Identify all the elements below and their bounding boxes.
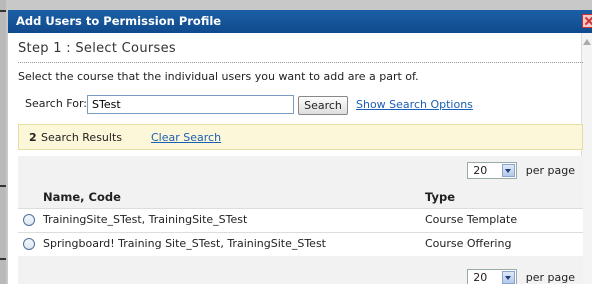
results-label: Search Results	[41, 131, 123, 144]
show-search-options-link[interactable]: Show Search Options	[356, 98, 473, 111]
search-button[interactable]: Search	[298, 96, 348, 115]
background-tick	[0, 185, 6, 187]
column-header-type: Type	[425, 190, 456, 204]
pager-top: 20 per page	[467, 162, 575, 180]
per-page-value: 20	[473, 164, 488, 177]
pager-bottom: 20 per page	[467, 269, 575, 284]
search-input[interactable]	[87, 95, 294, 114]
table-row[interactable]: TrainingSite_STest, TrainingSite_STest C…	[18, 208, 583, 232]
row-type: Course Template	[425, 213, 518, 226]
row-name: Springboard! Training Site_STest, Traini…	[43, 237, 326, 250]
results-panel: 20 per page Name, Code Type TrainingSite…	[18, 156, 583, 284]
per-page-label: per page	[525, 164, 575, 177]
chevron-down-icon[interactable]	[502, 271, 516, 284]
clear-search-link[interactable]: Clear Search	[151, 131, 221, 144]
per-page-select[interactable]: 20	[467, 162, 518, 179]
search-label: Search For:	[25, 97, 87, 110]
arrow-up-icon[interactable]	[583, 39, 591, 45]
instructions-text: Select the course that the individual us…	[18, 70, 419, 83]
results-count: 2	[29, 131, 37, 144]
row-name: TrainingSite_STest, TrainingSite_STest	[43, 213, 248, 226]
background-window-edge	[0, 0, 6, 284]
step-title: Step 1 : Select Courses	[18, 41, 176, 56]
column-header-name: Name, Code	[43, 190, 121, 204]
close-icon[interactable]	[582, 14, 592, 28]
dialog-title: Add Users to Permission Profile	[16, 14, 222, 28]
chevron-down-icon[interactable]	[502, 164, 516, 177]
background-tick	[0, 258, 6, 260]
permission-profile-dialog: Add Users to Permission Profile Step 1 :…	[8, 10, 592, 284]
radio-icon[interactable]	[23, 214, 35, 226]
per-page-value: 20	[473, 271, 488, 284]
dialog-titlebar: Add Users to Permission Profile	[8, 10, 592, 33]
per-page-select[interactable]: 20	[467, 269, 518, 284]
table-row[interactable]: Springboard! Training Site_STest, Traini…	[18, 232, 583, 256]
divider	[18, 62, 583, 63]
search-results-bar: 2 Search Results Clear Search	[18, 124, 583, 150]
per-page-label: per page	[525, 271, 575, 284]
background-tick	[0, 10, 6, 12]
radio-icon[interactable]	[23, 238, 35, 250]
row-type: Course Offering	[425, 237, 512, 250]
